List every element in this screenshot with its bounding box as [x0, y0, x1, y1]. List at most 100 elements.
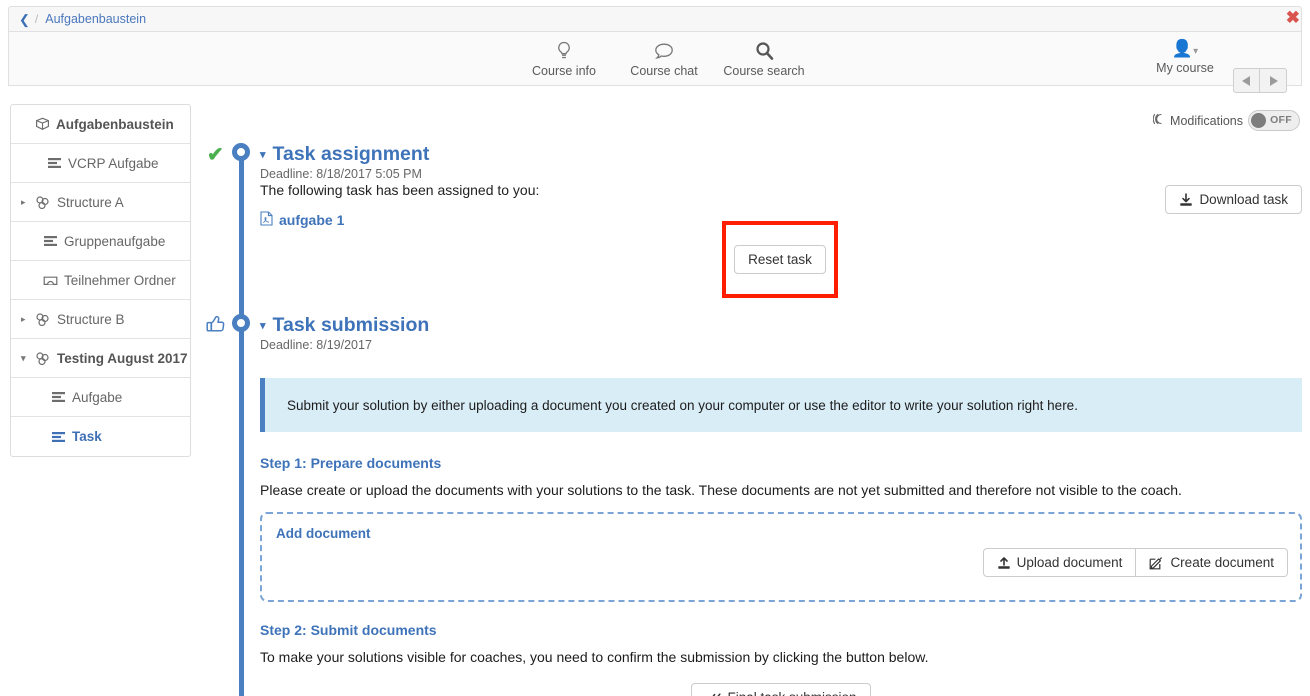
- close-icon[interactable]: ✖: [1286, 9, 1300, 26]
- timeline-track: [239, 152, 244, 696]
- chevron-left-icon[interactable]: ❮: [19, 13, 30, 26]
- create-document-label: Create document: [1170, 555, 1274, 570]
- toggle-knob: [1251, 113, 1266, 128]
- task-icon: [47, 157, 62, 169]
- sidebar-item-aufgabe[interactable]: Aufgabe: [11, 378, 190, 417]
- toolbar-item-course-search[interactable]: Course search: [714, 34, 814, 78]
- modifications-toggle[interactable]: OFF: [1248, 110, 1300, 131]
- add-document-label: Add document: [276, 526, 1286, 541]
- step2-block: Step 2: Submit documents To make your so…: [260, 622, 1302, 696]
- lightbulb-icon: [514, 40, 614, 62]
- breadcrumb: ❮ / Aufgabenbaustein: [8, 6, 1302, 32]
- check-icon: ✔: [207, 142, 224, 167]
- task-icon: [43, 235, 58, 247]
- folder-icon: [43, 274, 58, 286]
- download-icon: [1179, 193, 1193, 207]
- step1-text: Please create or upload the documents wi…: [260, 482, 1302, 498]
- chevron-down-icon: ▾: [260, 319, 266, 332]
- task-file-name: aufgabe 1: [279, 212, 344, 228]
- breadcrumb-separator: /: [35, 12, 38, 26]
- tree-toggle[interactable]: ▸: [21, 197, 35, 208]
- sidebar-item-structure-b[interactable]: ▸ Structure B: [11, 300, 190, 339]
- tree-toggle[interactable]: ▾: [21, 353, 35, 364]
- breadcrumb-current[interactable]: Aufgabenbaustein: [45, 12, 146, 26]
- create-document-button[interactable]: Create document: [1136, 548, 1288, 577]
- task-icon: [51, 431, 66, 443]
- final-task-submission-label: Final task submission: [727, 690, 856, 696]
- sidebar-item-teilnehmer-ordner[interactable]: Teilnehmer Ordner: [11, 261, 190, 300]
- modifications-label-wrap: Modifications: [1153, 113, 1243, 128]
- sidebar-item-label: Structure B: [57, 312, 125, 327]
- sidebar-item-vcrp-aufgabe[interactable]: VCRP Aufgabe: [11, 144, 190, 183]
- task-submission-header[interactable]: ▾ Task submission: [260, 314, 690, 337]
- sidebar-item-gruppenaufgabe[interactable]: Gruppenaufgabe: [11, 222, 190, 261]
- task-assignment-header[interactable]: ▾ Task assignment: [260, 143, 690, 166]
- triangle-left-icon: [1241, 75, 1252, 87]
- task-assignment-section: ▾ Task assignment Deadline: 8/18/2017 5:…: [260, 143, 690, 231]
- structure-icon: [35, 352, 51, 365]
- add-document-dropzone[interactable]: Add document Upload document Create docu…: [260, 512, 1302, 602]
- task-submission-section: ▾ Task submission Deadline: 8/19/2017: [260, 314, 690, 352]
- course-tree-sidebar: Aufgabenbaustein VCRP Aufgabe ▸ Structur…: [10, 104, 191, 457]
- nav-buttons: [1233, 68, 1287, 93]
- chat-bubble-icon: [614, 40, 714, 62]
- task-submission-title: Task submission: [273, 314, 430, 337]
- user-icon: 👤: [1172, 39, 1193, 58]
- sidebar-item-label: Testing August 2017: [57, 351, 188, 366]
- search-icon: [714, 40, 814, 62]
- chevron-down-icon: ▾: [260, 148, 266, 161]
- task-icon: [51, 391, 66, 403]
- sidebar-item-label: Aufgabenbaustein: [56, 117, 174, 132]
- nav-prev-button[interactable]: [1233, 68, 1260, 93]
- toolbar-items: Course info Course chat Course sear: [514, 34, 814, 78]
- sidebar-item-label: Gruppenaufgabe: [64, 234, 165, 249]
- task-submission-deadline: Deadline: 8/19/2017: [260, 338, 690, 352]
- step1-title: Step 1: Prepare documents: [260, 455, 1302, 471]
- toolbar-label: Course chat: [614, 64, 714, 78]
- task-assignment-deadline: Deadline: 8/18/2017 5:05 PM: [260, 167, 690, 181]
- sidebar-item-testing-august-2017[interactable]: ▾ Testing August 2017: [11, 339, 190, 378]
- task-file-link[interactable]: aufgabe 1: [260, 211, 344, 229]
- rss-icon: [1153, 113, 1166, 128]
- toolbar-item-course-info[interactable]: Course info: [514, 34, 614, 78]
- upload-document-label: Upload document: [1017, 555, 1123, 570]
- step2-text: To make your solutions visible for coach…: [260, 649, 1302, 665]
- course-toolbar: Course info Course chat Course sear: [8, 32, 1302, 86]
- sidebar-item-structure-a[interactable]: ▸ Structure A: [11, 183, 190, 222]
- task-assignment-title: Task assignment: [273, 143, 430, 166]
- nav-next-button[interactable]: [1260, 68, 1287, 93]
- final-submission-wrap: Final task submission: [260, 683, 1302, 696]
- sidebar-item-label: Structure A: [57, 195, 124, 210]
- final-task-submission-button[interactable]: Final task submission: [691, 683, 870, 696]
- upload-document-button[interactable]: Upload document: [983, 548, 1137, 577]
- download-task-button[interactable]: Download task: [1165, 185, 1302, 214]
- sidebar-item-aufgabenbaustein[interactable]: Aufgabenbaustein: [11, 105, 190, 144]
- check-double-icon: [705, 692, 721, 696]
- modifications-label: Modifications: [1170, 114, 1243, 128]
- my-course-label: My course: [1147, 61, 1223, 75]
- step2-title: Step 2: Submit documents: [260, 622, 1302, 638]
- upload-icon: [997, 556, 1011, 570]
- edit-icon: [1149, 556, 1164, 570]
- download-task-label: Download task: [1199, 192, 1288, 207]
- sidebar-item-label: Aufgabe: [72, 390, 122, 405]
- sidebar-item-label: Teilnehmer Ordner: [64, 273, 176, 288]
- toolbar-label: Course info: [514, 64, 614, 78]
- tree-toggle[interactable]: ▸: [21, 314, 35, 325]
- toggle-state-label: OFF: [1270, 114, 1292, 126]
- timeline-node-assignment: [232, 143, 250, 161]
- submission-info-banner: Submit your solution by either uploading…: [260, 378, 1302, 432]
- step1-block: Step 1: Prepare documents Please create …: [260, 455, 1302, 602]
- task-assignment-intro: The following task has been assigned to …: [260, 182, 690, 198]
- toolbar-item-course-chat[interactable]: Course chat: [614, 34, 714, 78]
- reset-task-button[interactable]: Reset task: [734, 245, 826, 274]
- sidebar-item-label: VCRP Aufgabe: [68, 156, 159, 171]
- sidebar-item-task[interactable]: Task: [11, 417, 190, 456]
- modifications-control: Modifications OFF: [1153, 110, 1300, 131]
- sidebar-item-label: Task: [72, 429, 102, 444]
- my-course-menu[interactable]: 👤▾ My course: [1147, 38, 1223, 75]
- pdf-file-icon: [260, 211, 273, 229]
- page-root: ❮ / Aufgabenbaustein ✖ Course info: [0, 0, 1310, 696]
- structure-icon: [35, 196, 51, 209]
- document-button-group: Upload document Create document: [983, 548, 1288, 577]
